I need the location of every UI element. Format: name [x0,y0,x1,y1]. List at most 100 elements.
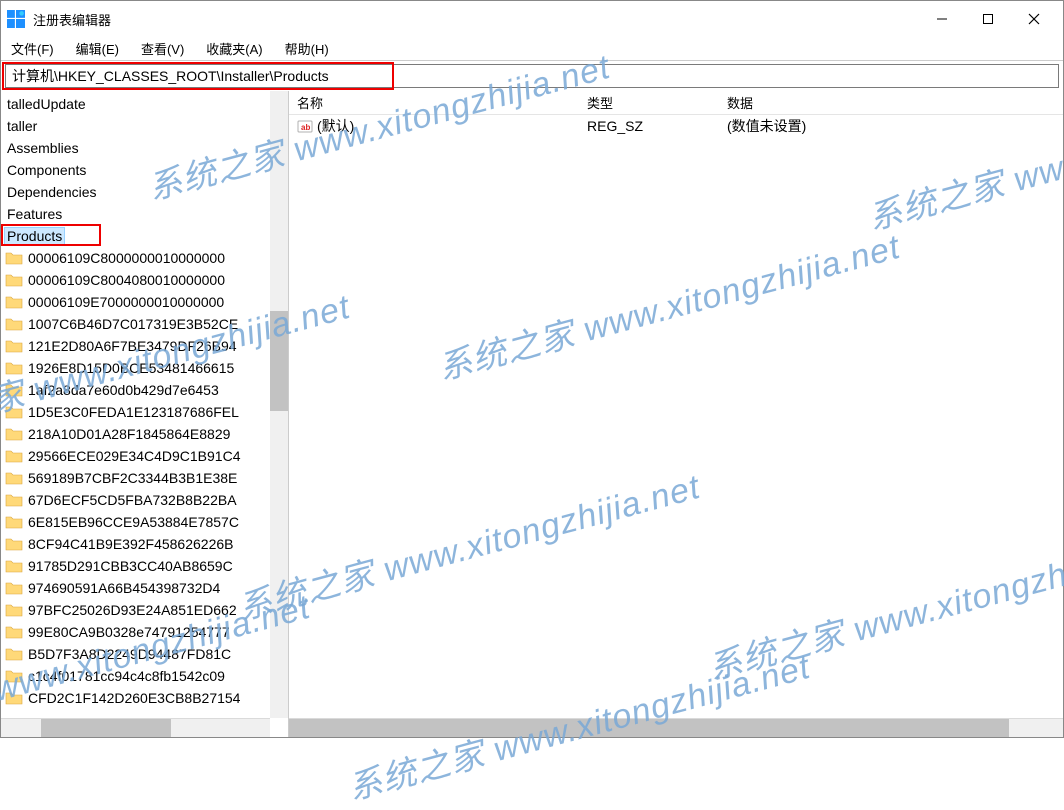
folder-icon [5,339,23,353]
menu-help[interactable]: 帮助(H) [281,37,333,60]
menu-file[interactable]: 文件(F) [7,37,58,60]
tree-item-label: Assemblies [5,140,81,156]
menu-view[interactable]: 查看(V) [137,37,188,60]
tree-item[interactable]: 99E80CA9B0328e74791254777 [1,621,288,643]
folder-icon [5,317,23,331]
tree-item-label: 6E815EB96CCE9A53884E7857C [26,514,241,530]
maximize-button[interactable] [965,3,1011,35]
folder-icon [5,361,23,375]
tree-item[interactable]: CFD2C1F142D260E3CB8B27154 [1,687,288,709]
tree-item[interactable]: 91785D291CBB3CC40AB8659C [1,555,288,577]
tree-item-label: talledUpdate [5,96,88,112]
tree-horizontal-scrollbar[interactable] [1,718,270,737]
folder-icon [5,515,23,529]
tree-item-label: 8CF94C41B9E392F458626226B [26,536,236,552]
tree-item[interactable]: Assemblies [1,137,288,159]
folder-icon [5,647,23,661]
tree-item[interactable]: 569189B7CBF2C3344B3B1E38E [1,467,288,489]
tree-item-label: B5D7F3A8D2249D94487FD81C [26,646,233,662]
folder-icon [5,383,23,397]
folder-icon [5,251,23,265]
app-icon [7,10,25,28]
tree-item[interactable]: c1c4f01781cc94c4c8fb1542c09 [1,665,288,687]
tree-item-label: 1926E8D15D0BCE53481466615 [26,360,236,376]
tree-item-label: 00006109C8004080010000000 [26,272,227,288]
tree-item-label: 91785D291CBB3CC40AB8659C [26,558,235,574]
titlebar: 注册表编辑器 [1,1,1063,37]
list-row[interactable]: ab (默认) REG_SZ(数值未设置) [289,115,1063,137]
folder-icon [5,405,23,419]
tree-item[interactable]: 1D5E3C0FEDA1E123187686FEL [1,401,288,423]
menu-edit[interactable]: 编辑(E) [72,37,123,60]
list-pane[interactable]: 名称 类型 数据 ab (默认) REG_SZ(数值未设置) [289,91,1063,737]
folder-icon [5,471,23,485]
column-data[interactable]: 数据 [719,93,1063,112]
value-name: (默认) [317,116,354,136]
tree-item-label: Dependencies [5,184,99,200]
tree-item[interactable]: Components [1,159,288,181]
string-icon: ab [297,118,313,134]
address-input[interactable] [6,65,1058,87]
folder-icon [5,625,23,639]
tree-item-label: 121E2D80A6F7BE3479DF26B94 [26,338,239,354]
menu-favorites[interactable]: 收藏夹(A) [202,37,266,60]
tree-item[interactable]: 00006109E7000000010000000 [1,291,288,313]
tree-pane[interactable]: talledUpdate taller Assemblies Components De… [1,91,289,737]
tree-item[interactable]: taller [1,115,288,137]
tree-vertical-scrollbar[interactable] [270,91,288,718]
tree-item[interactable]: 67D6ECF5CD5FBA732B8B22BA [1,489,288,511]
tree-item-label: 29566ECE029E34C4D9C1B91C4 [26,448,242,464]
tree-item[interactable]: talledUpdate [1,93,288,115]
tree-item-label: 1007C6B46D7C017319E3B52CE [26,316,240,332]
tree-item[interactable]: 121E2D80A6F7BE3479DF26B94 [1,335,288,357]
tree-item[interactable]: Features [1,203,288,225]
tree-item[interactable]: Products [1,225,288,247]
folder-icon [5,295,23,309]
tree-item[interactable]: 00006109C8004080010000000 [1,269,288,291]
list-header: 名称 类型 数据 [289,91,1063,115]
tree-item-label: 00006109E7000000010000000 [26,294,226,310]
tree-item[interactable]: 1af2a8da7e60d0b429d7e6453 [1,379,288,401]
tree-item[interactable]: 974690591A66B454398732D4 [1,577,288,599]
tree-item[interactable]: 1007C6B46D7C017319E3B52CE [1,313,288,335]
close-button[interactable] [1011,3,1057,35]
tree-item-label: 00006109C8000000010000000 [26,250,227,266]
tree-item[interactable]: 00006109C8000000010000000 [1,247,288,269]
tree-item-label: 99E80CA9B0328e74791254777 [26,624,232,640]
tree-item[interactable]: B5D7F3A8D2249D94487FD81C [1,643,288,665]
folder-icon [5,669,23,683]
tree-item-label: 97BFC25026D93E24A851ED662 [26,602,239,618]
folder-icon [5,427,23,441]
value-data: (数值未设置) [719,116,1063,136]
folder-icon [5,449,23,463]
tree-item-label: 67D6ECF5CD5FBA732B8B22BA [26,492,239,508]
list-horizontal-scrollbar[interactable] [289,718,1063,737]
tree-item[interactable]: 1926E8D15D0BCE53481466615 [1,357,288,379]
column-type[interactable]: 类型 [579,93,719,112]
folder-icon [5,581,23,595]
folder-icon [5,691,23,705]
tree-item-label: 1D5E3C0FEDA1E123187686FEL [26,404,241,420]
tree-item-label: CFD2C1F142D260E3CB8B27154 [26,690,242,706]
tree-item[interactable]: 97BFC25026D93E24A851ED662 [1,599,288,621]
minimize-button[interactable] [919,3,965,35]
tree-item-label: Features [5,206,64,222]
folder-icon [5,603,23,617]
address-bar[interactable] [5,64,1059,88]
column-name[interactable]: 名称 [289,93,579,112]
tree-item-label: Components [5,162,88,178]
folder-icon [5,273,23,287]
svg-text:ab: ab [301,123,310,132]
tree-item-label: Products [5,228,64,244]
folder-icon [5,537,23,551]
tree-item-label: 974690591A66B454398732D4 [26,580,222,596]
menubar: 文件(F) 编辑(E) 查看(V) 收藏夹(A) 帮助(H) [1,37,1063,61]
tree-item[interactable]: Dependencies [1,181,288,203]
tree-item[interactable]: 29566ECE029E34C4D9C1B91C4 [1,445,288,467]
tree-item-label: 1af2a8da7e60d0b429d7e6453 [26,382,221,398]
tree-item[interactable]: 8CF94C41B9E392F458626226B [1,533,288,555]
tree-item-label: 218A10D01A28F1845864E8829 [26,426,232,442]
tree-item[interactable]: 6E815EB96CCE9A53884E7857C [1,511,288,533]
tree-item[interactable]: 218A10D01A28F1845864E8829 [1,423,288,445]
value-type: REG_SZ [579,118,719,134]
